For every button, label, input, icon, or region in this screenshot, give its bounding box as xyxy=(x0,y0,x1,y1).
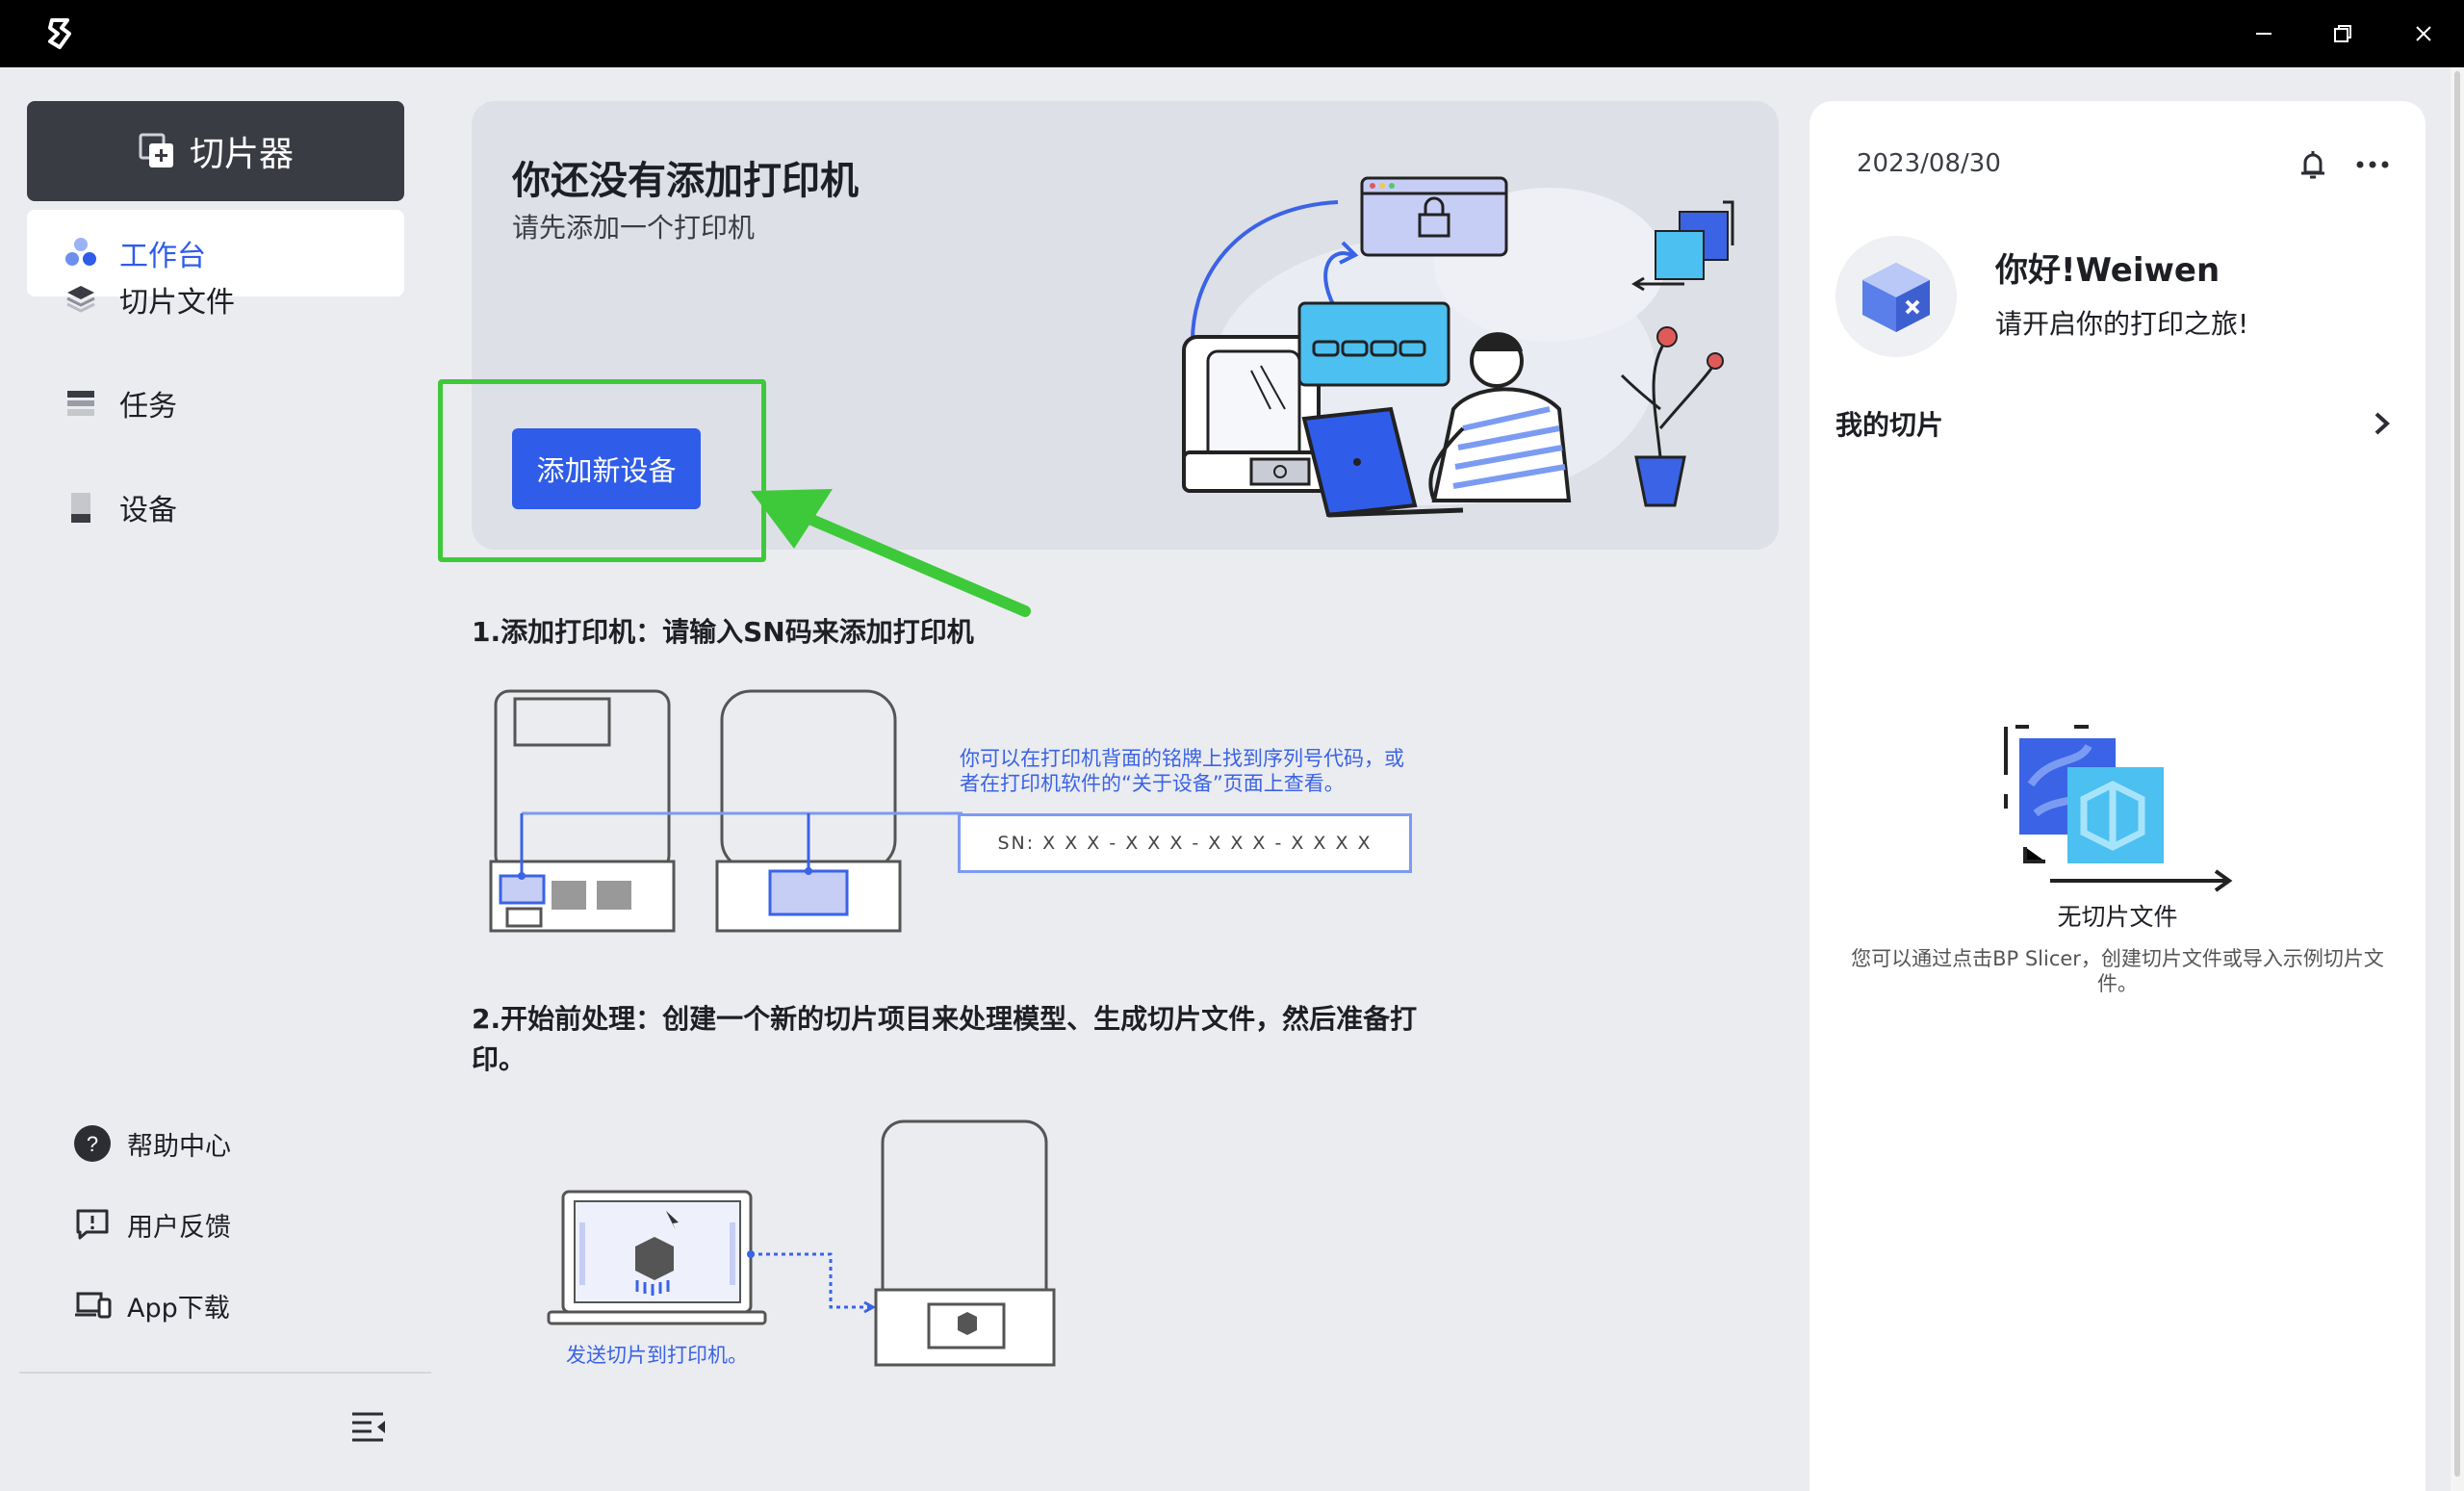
sidebar: 切片器 工作台 切片文件 任务 设备 ? 帮助中心 用户反馈 App下载 xyxy=(0,67,433,1491)
app-download-label: App下载 xyxy=(127,1293,230,1324)
step1-note-line1: 你可以在打印机背面的铭牌上找到序列号代码，或 xyxy=(960,747,1404,770)
right-panel: 2023/08/30 你好!Weiwen 请开启你的打印之旅! 我的切片 无切片… xyxy=(1810,101,2426,1491)
step1-printers-illustration xyxy=(489,689,962,933)
step1-title: 1.添加打印机：请输入SN码来添加打印机 xyxy=(472,616,974,648)
step2-title-line2: 印。 xyxy=(472,1043,526,1075)
close-button[interactable] xyxy=(2395,12,2452,56)
sn-code-box: SN: X X X - X X X - X X X - X X X X xyxy=(958,813,1412,873)
hero-subtitle: 请先添加一个打印机 xyxy=(512,212,756,244)
help-center-label: 帮助中心 xyxy=(127,1131,231,1162)
nav-item-devices[interactable]: 设备 xyxy=(27,464,404,551)
my-slices-link[interactable]: 我的切片 xyxy=(1835,399,2394,448)
sidebar-divider xyxy=(19,1372,431,1374)
nav-item-slice-files[interactable]: 切片文件 xyxy=(27,256,404,343)
avatar[interactable] xyxy=(1835,236,1957,357)
feedback-label: 用户反馈 xyxy=(127,1212,231,1243)
help-center-link[interactable]: ? 帮助中心 xyxy=(73,1124,231,1163)
devices-download-icon xyxy=(75,1292,112,1319)
step2-note: 发送切片到打印机。 xyxy=(566,1344,748,1367)
step2-title: 2.开始前处理：创建一个新的切片项目来处理模型、生成切片文件，然后准备打 印。 xyxy=(472,999,1417,1080)
add-new-device-button[interactable]: 添加新设备 xyxy=(512,428,701,509)
title-bar xyxy=(0,0,2464,67)
close-icon xyxy=(2416,26,2431,41)
greeting-subtitle: 请开启你的打印之旅! xyxy=(1995,308,2249,340)
avatar-cube-icon xyxy=(1862,263,1930,332)
slicer-add-icon xyxy=(139,133,173,167)
layers-icon xyxy=(66,286,95,313)
minimize-icon xyxy=(2256,33,2272,35)
step1-note: 你可以在打印机背面的铭牌上找到序列号代码，或 者在打印机软件的“关于设备”页面上… xyxy=(960,746,1404,796)
device-icon xyxy=(71,493,90,523)
hero-illustration xyxy=(1182,176,1734,518)
minimize-button[interactable] xyxy=(2235,12,2293,56)
scrollbar-thumb[interactable] xyxy=(2454,71,2460,1477)
help-icon: ? xyxy=(74,1125,111,1162)
feedback-link[interactable]: 用户反馈 xyxy=(73,1205,231,1244)
app-logo-icon xyxy=(48,18,71,49)
empty-description: 您可以通过点击BP Slicer，创建切片文件或导入示例切片文 件。 xyxy=(1848,946,2387,996)
no-printer-card: 你还没有添加打印机 请先添加一个打印机 添加新设备 xyxy=(472,101,1779,550)
bell-icon[interactable] xyxy=(2296,147,2330,182)
window-scrollbar[interactable] xyxy=(2451,67,2464,1491)
hero-title: 你还没有添加打印机 xyxy=(512,159,859,203)
app-download-link[interactable]: App下载 xyxy=(73,1286,230,1324)
slicer-label: 切片器 xyxy=(189,135,294,174)
step2-title-line1: 2.开始前处理：创建一个新的切片项目来处理模型、生成切片文件，然后准备打 xyxy=(472,1003,1418,1035)
nav-label-tasks: 任务 xyxy=(119,390,177,424)
empty-desc-line2: 件。 xyxy=(2097,972,2138,995)
my-slices-label: 我的切片 xyxy=(1835,409,1944,441)
step2-send-illustration xyxy=(547,1119,1056,1367)
more-icon[interactable] xyxy=(2353,147,2392,182)
greeting: 你好!Weiwen xyxy=(1995,251,2220,290)
restore-button[interactable] xyxy=(2314,12,2372,56)
nav-label-slice-files: 切片文件 xyxy=(119,286,235,320)
task-list-icon xyxy=(67,391,94,416)
empty-title: 无切片文件 xyxy=(2057,903,2178,931)
feedback-icon xyxy=(76,1209,109,1240)
step1-note-line2: 者在打印机软件的“关于设备”页面上查看。 xyxy=(960,772,1345,795)
nav-label-devices: 设备 xyxy=(119,494,177,527)
empty-desc-line1: 您可以通过点击BP Slicer，创建切片文件或导入示例切片文 xyxy=(1851,947,2384,970)
svg-text:?: ? xyxy=(87,1132,98,1156)
chevron-right-icon xyxy=(2374,412,2390,435)
current-date: 2023/08/30 xyxy=(1857,149,2001,178)
collapse-sidebar-icon[interactable] xyxy=(348,1405,391,1448)
empty-slices-illustration xyxy=(2004,725,2233,892)
restore-icon xyxy=(2334,25,2351,42)
nav-item-tasks[interactable]: 任务 xyxy=(27,360,404,447)
slicer-button[interactable]: 切片器 xyxy=(27,101,404,201)
